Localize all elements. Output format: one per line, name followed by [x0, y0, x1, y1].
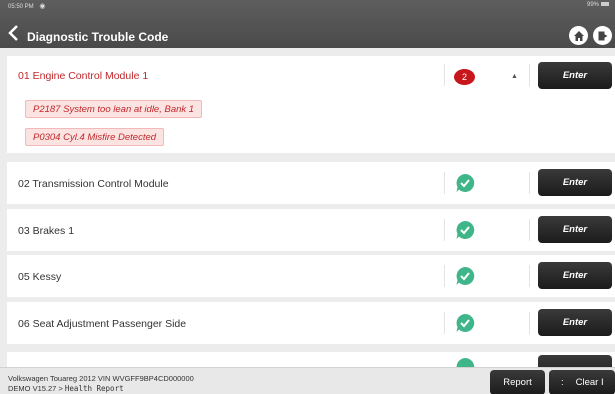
clear-label: Clear I	[575, 377, 604, 388]
module-name: 05 Kessy	[18, 271, 62, 283]
check-ok-icon	[456, 173, 475, 192]
module-name: 03 Brakes 1	[18, 225, 75, 237]
divider	[529, 172, 530, 194]
enter-button[interactable]: Enter	[538, 169, 612, 196]
page-title: Diagnostic Trouble Code	[27, 30, 169, 44]
clear-dtc-button[interactable]: : Clear I	[549, 370, 615, 394]
enter-button[interactable]: Enter	[538, 216, 612, 243]
bottom-bar: Volkswagen Touareg 2012 VIN WVGFF9BP4CD0…	[0, 367, 615, 394]
divider	[444, 172, 445, 194]
clock: 05:50 PM	[8, 4, 34, 10]
current-path: Health Report	[64, 384, 124, 393]
module-name: 01 Engine Control Module 1	[18, 70, 149, 82]
enter-button[interactable]	[538, 355, 612, 367]
check-ok-icon	[456, 266, 475, 285]
dtc-code: P0304 Cyl.4 Misfire Detected	[25, 128, 165, 146]
check-ok-icon	[456, 220, 475, 239]
check-ok-icon	[456, 357, 475, 367]
report-button[interactable]: Report	[490, 370, 545, 394]
module-row-kessy[interactable]: 05 Kessy Enter	[7, 255, 615, 297]
divider	[529, 312, 530, 334]
exit-button[interactable]	[593, 26, 612, 45]
exit-icon	[598, 31, 607, 40]
version-path: DEMO V15.27 > Health Report	[8, 384, 124, 393]
top-bar: 05:50 PM ◉ 99% Diagnostic Trouble Code	[0, 0, 615, 48]
version-label: DEMO V15.27 >	[8, 384, 65, 393]
enter-button[interactable]: Enter	[538, 62, 612, 89]
divider	[529, 265, 530, 287]
module-row-seat-adjustment[interactable]: 06 Seat Adjustment Passenger Side Enter	[7, 302, 615, 344]
clear-separator: :	[561, 377, 564, 388]
dtc-code: P2187 System too lean at idle, Bank 1	[25, 100, 203, 118]
divider	[529, 219, 530, 241]
fault-count-badge: 2	[454, 69, 475, 85]
divider	[529, 64, 530, 86]
module-name: 06 Seat Adjustment Passenger Side	[18, 318, 187, 330]
divider	[444, 219, 445, 241]
enter-button[interactable]: Enter	[538, 262, 612, 289]
home-icon	[573, 30, 584, 41]
module-name: 02 Transmission Control Module	[18, 178, 169, 190]
status-bar: 05:50 PM ◉	[8, 2, 45, 10]
enter-button[interactable]: Enter	[538, 309, 612, 336]
home-button[interactable]	[569, 26, 588, 45]
module-row-transmission[interactable]: 02 Transmission Control Module Enter	[7, 162, 615, 204]
collapse-caret-icon[interactable]: ▲	[511, 73, 518, 80]
divider	[444, 64, 445, 86]
module-row-brakes[interactable]: 03 Brakes 1 Enter	[7, 209, 615, 251]
module-row-engine[interactable]: 01 Engine Control Module 1 2 ▲ Enter P21…	[7, 56, 615, 153]
battery-level: 99%	[586, 2, 599, 8]
vehicle-info: Volkswagen Touareg 2012 VIN WVGFF9BP4CD0…	[8, 374, 194, 383]
check-ok-icon	[456, 313, 475, 332]
chevron-left-icon[interactable]	[7, 24, 21, 42]
divider	[444, 312, 445, 334]
divider	[444, 265, 445, 287]
module-row-partial[interactable]	[7, 352, 615, 367]
wifi-icon: ◉	[39, 3, 46, 10]
battery-icon	[601, 2, 609, 7]
battery-status: 99%	[587, 2, 609, 8]
